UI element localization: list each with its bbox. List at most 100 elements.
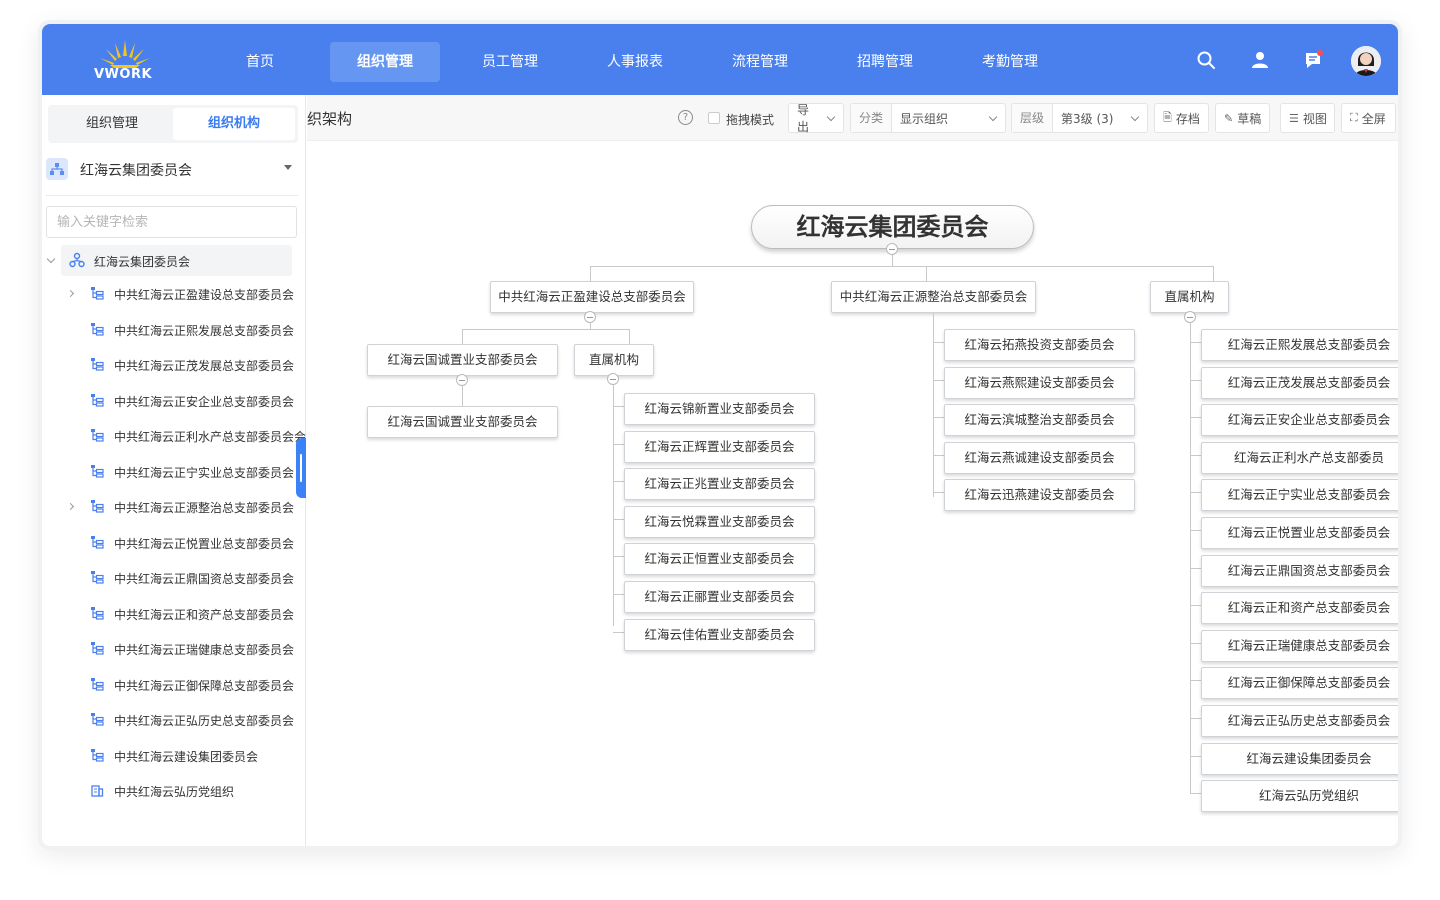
- sidebar-tree-item[interactable]: 中共红海云正源整治总支部委员会: [42, 490, 306, 526]
- org-chart-icon: [46, 158, 68, 180]
- chevron-right-icon[interactable]: [66, 289, 75, 298]
- save-button[interactable]: 🗎 存档: [1154, 103, 1209, 133]
- org-node[interactable]: 红海云正郦置业支部委员会: [624, 581, 815, 613]
- nav-org-management[interactable]: 组织管理: [330, 42, 440, 82]
- nav-attendance-management[interactable]: 考勤管理: [955, 42, 1065, 82]
- nav-workflow-management[interactable]: 流程管理: [705, 42, 815, 82]
- nav-hr-reports[interactable]: 人事报表: [580, 42, 690, 82]
- org-selector-label: 红海云集团委员会: [80, 163, 192, 179]
- org-node[interactable]: 红海云正安企业总支部委员会: [1201, 404, 1398, 437]
- sidebar-tree-item-label: 中共红海云正瑞健康总支部委员会: [114, 643, 295, 657]
- org-node[interactable]: 红海云锦新置业支部委员会: [624, 393, 815, 425]
- category-select[interactable]: 分类 显示组织: [850, 103, 1006, 133]
- org-node[interactable]: 红海云拓燕投资支部委员会: [944, 329, 1135, 361]
- sidebar-tree-item[interactable]: 中共红海云正盈建设总支部委员会: [42, 277, 306, 313]
- org-tree-icon: [91, 535, 104, 549]
- sidebar-tree-item[interactable]: 中共红海云正弘历史总支部委员会: [42, 703, 306, 739]
- org-node[interactable]: 红海云正茂发展总支部委员会: [1201, 366, 1398, 399]
- sidebar-tree-item[interactable]: 中共红海云正利水产总支部委员会会: [42, 419, 306, 455]
- sidebar-tree-item[interactable]: 中共红海云正熙发展总支部委员会: [42, 313, 306, 349]
- collapse-toggle-icon[interactable]: [886, 243, 898, 255]
- org-node[interactable]: 中共红海云正盈建设总支部委员会: [490, 281, 694, 313]
- collapse-toggle-icon[interactable]: [1184, 311, 1196, 323]
- org-node[interactable]: 红海云正辉置业支部委员会: [624, 430, 815, 463]
- sidebar-tree-item[interactable]: 中共红海云正宁实业总支部委员会: [42, 455, 306, 491]
- export-dropdown[interactable]: 导出: [788, 103, 844, 134]
- org-selector[interactable]: 红海云集团委员会: [46, 156, 298, 186]
- org-node[interactable]: 红海云正利水产总支部委员: [1201, 441, 1398, 474]
- sidebar-collapse-handle[interactable]: [296, 438, 306, 498]
- org-node[interactable]: 红海云正宁实业总支部委员会: [1201, 479, 1398, 512]
- org-node[interactable]: 红海云悦霖置业支部委员会: [624, 505, 815, 538]
- chevron-right-icon[interactable]: [66, 502, 75, 511]
- org-node[interactable]: 红海云迅燕建设支部委员会: [944, 479, 1135, 511]
- message-icon[interactable]: [1303, 50, 1323, 70]
- avatar[interactable]: [1351, 46, 1381, 76]
- category-label: 分类: [851, 104, 893, 132]
- org-node[interactable]: 红海云滨城整治支部委员会: [944, 404, 1135, 436]
- divider: [46, 195, 298, 196]
- sidebar-tree-item[interactable]: 中共红海云正鼎国资总支部委员会: [42, 561, 306, 597]
- sidebar-tree-item-label: 中共红海云正利水产总支部委员会会: [114, 430, 307, 444]
- org-node[interactable]: 红海云燕熙建设支部委员会: [944, 366, 1135, 399]
- help-icon[interactable]: ?: [678, 110, 693, 125]
- collapse-toggle-icon[interactable]: [607, 373, 619, 385]
- draft-button[interactable]: ✎ 草稿: [1215, 103, 1270, 133]
- org-node[interactable]: 直属机构: [574, 344, 654, 376]
- collapse-toggle-icon[interactable]: [456, 374, 468, 386]
- org-node[interactable]: 红海云正兆置业支部委员会: [624, 468, 815, 501]
- connector-line: [629, 329, 630, 345]
- sidebar-tree-item-label: 中共红海云正鼎国资总支部委员会: [114, 572, 295, 586]
- sidebar-tree-item[interactable]: 中共红海云正茂发展总支部委员会: [42, 348, 306, 384]
- org-node[interactable]: 红海云燕诚建设支部委员会: [944, 441, 1135, 474]
- org-tree-icon: [91, 677, 104, 691]
- nav-recruitment-management[interactable]: 招聘管理: [830, 42, 940, 82]
- org-node[interactable]: 红海云正熙发展总支部委员会: [1201, 329, 1398, 361]
- sidebar-tree-item[interactable]: 中共红海云正和资产总支部委员会: [42, 597, 306, 633]
- org-node[interactable]: 红海云正鼎国资总支部委员会: [1201, 554, 1398, 587]
- nav-home[interactable]: 首页: [205, 42, 315, 82]
- save-label: 存档: [1175, 111, 1200, 126]
- sidebar-tree-item[interactable]: 中共红海云弘历党组织: [42, 774, 306, 810]
- user-icon[interactable]: [1250, 50, 1270, 70]
- view-button[interactable]: ☰ 视图: [1280, 103, 1335, 133]
- fullscreen-button[interactable]: ⛶ 全屏: [1341, 103, 1396, 133]
- sidebar-tree-item-label: 中共红海云正源整治总支部委员会: [114, 501, 295, 515]
- org-node[interactable]: 红海云正恒置业支部委员会: [624, 543, 815, 576]
- tab-org-management[interactable]: 组织管理: [51, 108, 173, 140]
- org-node[interactable]: 红海云国诚置业支部委员会: [367, 344, 558, 376]
- search-input[interactable]: [46, 206, 297, 238]
- org-node[interactable]: 红海云正弘历史总支部委员会: [1201, 705, 1398, 737]
- sliders-icon: ☰: [1289, 111, 1299, 125]
- sidebar-tree-item-label: 中共红海云正和资产总支部委员会: [114, 607, 295, 622]
- sidebar-tree-item-label: 中共红海云正熙发展总支部委员会: [114, 323, 295, 338]
- level-select[interactable]: 层级 第3级 (3): [1011, 103, 1148, 133]
- sidebar-tree-item[interactable]: 中共红海云正御保障总支部委员会: [42, 668, 306, 704]
- org-node[interactable]: 中共红海云正源整治总支部委员会: [831, 281, 1036, 313]
- org-node[interactable]: 红海云国诚置业支部委员会: [367, 406, 558, 438]
- org-chart: 红海云集团委员会 中共红海云正盈建设总支部委员会 红海云国诚置业支部委员会 红海云国诚…: [307, 141, 1398, 846]
- nav-employee-management[interactable]: 员工管理: [455, 42, 565, 82]
- collapse-toggle-icon[interactable]: [584, 311, 596, 323]
- sidebar-tree-item-label: 中共红海云正茂发展总支部委员会: [114, 359, 295, 373]
- org-node[interactable]: 红海云建设集团委员会: [1201, 742, 1398, 775]
- sidebar-tree-item[interactable]: 中共红海云正瑞健康总支部委员会: [42, 632, 306, 668]
- sidebar-tree-item-label: 中共红海云正盈建设总支部委员会: [114, 288, 295, 302]
- sidebar-tree-item[interactable]: 中共红海云正悦置业总支部委员会: [42, 526, 306, 562]
- logo-text: VWORK: [94, 67, 153, 82]
- search-icon[interactable]: [1196, 50, 1216, 70]
- org-node[interactable]: 红海云正御保障总支部委员会: [1201, 667, 1398, 700]
- org-node[interactable]: 红海云佳佑置业支部委员会: [624, 618, 815, 651]
- org-node[interactable]: 直属机构: [1150, 281, 1229, 313]
- drag-mode-checkbox[interactable]: [708, 112, 720, 124]
- tree-root-item[interactable]: 红海云集团委员会: [46, 245, 292, 276]
- sidebar-tree-item-label: 中共红海云建设集团委员会: [114, 749, 259, 764]
- sidebar-tree-item[interactable]: 中共红海云正安企业总支部委员会: [42, 384, 306, 420]
- expand-arrow-icon[interactable]: [46, 254, 56, 264]
- org-node[interactable]: 红海云正瑞健康总支部委员会: [1201, 629, 1398, 662]
- org-node[interactable]: 红海云正和资产总支部委员会: [1201, 592, 1398, 625]
- org-node[interactable]: 红海云正悦置业总支部委员会: [1201, 517, 1398, 549]
- tab-org-structure[interactable]: 组织机构: [173, 108, 295, 140]
- sidebar-tree-item[interactable]: 中共红海云建设集团委员会: [42, 739, 306, 775]
- org-node[interactable]: 红海云弘历党组织: [1201, 780, 1398, 813]
